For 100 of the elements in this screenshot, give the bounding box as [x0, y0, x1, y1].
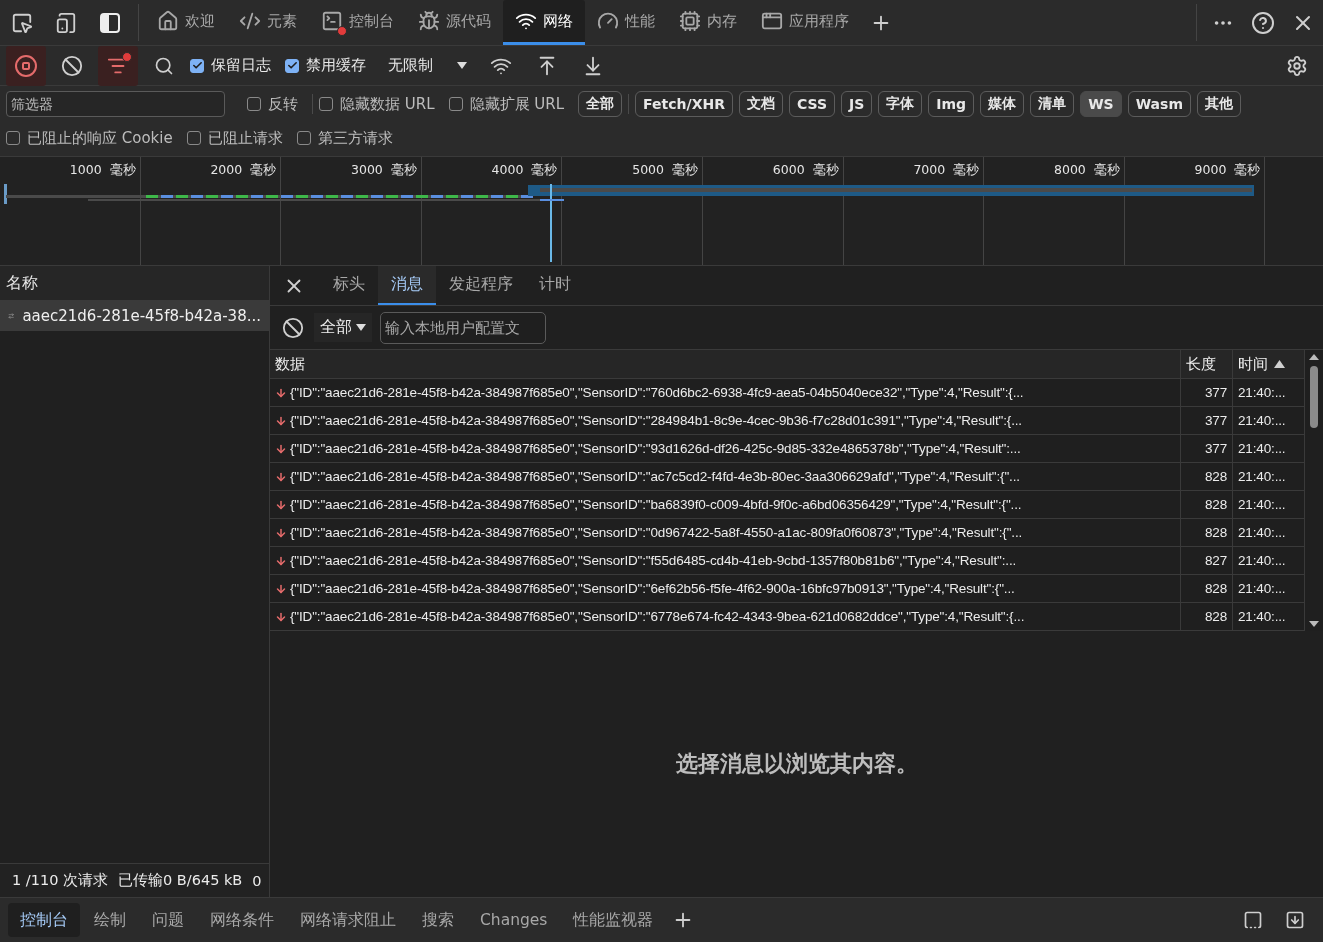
- table-cell: {"ID":"aaec21d6-281e-45f8-b42a-384987f685e0","SensorID":"f55d6485-cd4b-41eb-9cbd-1357f80b81b6","Type":4,"Result":...: [270, 547, 1181, 575]
- table-cell: {"ID":"aaec21d6-281e-45f8-b42a-384987f685e0","SensorID":"760d6bc2-6938-4fc9-aea5-04b5040ece32","Type":4,"Result":{...: [270, 379, 1181, 407]
- table-cell: 21:40:...: [1233, 547, 1305, 575]
- type-filter-button[interactable]: WS: [1080, 91, 1122, 117]
- table-cell: 828: [1181, 463, 1233, 491]
- checkbox[interactable]: 隐藏数据 URL: [319, 94, 435, 114]
- checkmark-icon: [286, 60, 298, 71]
- table-cell: 828: [1181, 575, 1233, 603]
- type-filter-button[interactable]: 其他: [1196, 91, 1241, 117]
- received-arrow-icon: [275, 470, 287, 483]
- timeline-tick: 8000 毫秒: [1054, 162, 1120, 179]
- panel-tab[interactable]: 源代码: [406, 0, 503, 45]
- drawer-tab[interactable]: 性能监视器: [561, 903, 666, 937]
- drawer-tab[interactable]: 搜索: [410, 903, 466, 937]
- type-filter-button[interactable]: Img: [928, 91, 975, 117]
- bug-icon: [418, 10, 440, 32]
- timeline-tick: 5000 毫秒: [632, 162, 698, 179]
- type-filter-button[interactable]: 媒体: [980, 91, 1025, 117]
- drawer-tab[interactable]: 问题: [140, 903, 196, 937]
- table-cell: 21:40:...: [1233, 519, 1305, 547]
- table-cell: 828: [1181, 603, 1233, 631]
- panel-tab[interactable]: 网络: [503, 0, 585, 45]
- received-arrow-icon: [275, 414, 287, 427]
- message-filter-field[interactable]: 输入本地用户配置文: [380, 311, 546, 344]
- detail-tab[interactable]: 计时: [526, 266, 584, 305]
- timeline-tick: 1000 毫秒: [69, 162, 136, 179]
- checkbox[interactable]: 保留日志: [190, 56, 271, 75]
- timeline-tick: 3000 毫秒: [351, 162, 417, 179]
- checkbox[interactable]: 禁用缓存: [285, 56, 366, 75]
- chip-icon: [679, 10, 701, 32]
- type-filter-button[interactable]: 全部: [578, 91, 623, 117]
- panel-tab[interactable]: 应用程序: [749, 0, 861, 45]
- table-cell: 21:40:...: [1233, 407, 1305, 435]
- stop-icon: [14, 53, 38, 78]
- table-cell: 377: [1181, 435, 1233, 463]
- status-text: 0: [252, 872, 262, 889]
- type-filter-button[interactable]: CSS: [788, 91, 835, 117]
- checkbox[interactable]: 第三方请求: [296, 128, 393, 148]
- checkbox[interactable]: 隐藏扩展 URL: [448, 94, 565, 114]
- checkbox[interactable]: 已阻止请求: [186, 128, 283, 148]
- panel-tab[interactable]: 控制台: [309, 0, 406, 45]
- scroll-down-icon[interactable]: [1309, 621, 1319, 627]
- table-cell: {"ID":"aaec21d6-281e-45f8-b42a-384987f685e0","SensorID":"93d1626d-df26-425c-9d85-332e4865378b","Type":4,"Result":...: [270, 435, 1181, 463]
- detail-tab[interactable]: 消息: [378, 266, 436, 305]
- request-item[interactable]: aaec21d6-281e-45f8-b42a-38...: [0, 301, 269, 331]
- type-filter-button[interactable]: 清单: [1030, 91, 1075, 117]
- drawer-tab[interactable]: 绘制: [82, 903, 138, 937]
- table-cell: 21:40:...: [1233, 463, 1305, 491]
- timeline-tick: 4000 毫秒: [491, 162, 558, 179]
- status-text: 1 /110 次请求: [12, 871, 108, 890]
- timeline-tick: 2000 毫秒: [210, 162, 277, 179]
- type-filter-button[interactable]: 字体: [878, 91, 923, 117]
- column-header[interactable]: 数据: [270, 350, 1181, 379]
- panel-tab[interactable]: 欢迎: [145, 0, 227, 45]
- received-arrow-icon: [275, 554, 287, 567]
- table-cell: 828: [1181, 491, 1233, 519]
- panel-tab[interactable]: 内存: [667, 0, 749, 45]
- empty-message: 选择消息以浏览其内容。: [675, 750, 918, 778]
- message-type-dropdown[interactable]: 全部: [314, 313, 372, 342]
- status-text: 已传输0 B/645 kB: [118, 871, 243, 890]
- type-filter-button[interactable]: JS: [841, 91, 873, 117]
- column-header: 名称: [0, 266, 269, 301]
- filter-field[interactable]: 筛选器: [6, 91, 225, 117]
- timeline-tick: 6000 毫秒: [772, 162, 839, 179]
- received-arrow-icon: [275, 386, 287, 399]
- table-cell: {"ID":"aaec21d6-281e-45f8-b42a-384987f685e0","SensorID":"6778e674-fc42-4343-9bea-621d0682ddce","Type":4,"Result":{...: [270, 603, 1181, 631]
- column-header[interactable]: 长度: [1181, 350, 1233, 379]
- type-filter-button[interactable]: Wasm: [1127, 91, 1191, 117]
- table-cell: {"ID":"aaec21d6-281e-45f8-b42a-384987f685e0","SensorID":"284984b1-8c9e-4cec-9b36-f7c28d01c391","Type":4,"Result":{...: [270, 407, 1181, 435]
- received-arrow-icon: [275, 582, 287, 595]
- scroll-up-icon[interactable]: [1309, 354, 1319, 360]
- received-arrow-icon: [275, 442, 287, 455]
- home-icon: [157, 10, 179, 32]
- received-arrow-icon: [275, 526, 287, 539]
- table-cell: {"ID":"aaec21d6-281e-45f8-b42a-384987f685e0","SensorID":"6ef62b56-f5fe-4f62-900a-16bfc97b0913","Type":4,"Result":{"...: [270, 575, 1181, 603]
- checkbox[interactable]: 反转: [247, 94, 298, 114]
- detail-tab[interactable]: 标头: [320, 266, 378, 305]
- checkmark-icon: [191, 60, 203, 71]
- type-filter-button[interactable]: 文档: [738, 91, 783, 117]
- table-cell: {"ID":"aaec21d6-281e-45f8-b42a-384987f685e0","SensorID":"ba6839f0-c009-4bfd-9f0c-a6bd06356429","Type":4,"Result":{"...: [270, 491, 1181, 519]
- drawer-tab[interactable]: 网络请求阻止: [288, 903, 408, 937]
- caret-icon: [356, 324, 366, 331]
- panel-tab[interactable]: 元素: [227, 0, 309, 45]
- table-cell: 21:40:...: [1233, 603, 1305, 631]
- column-header[interactable]: 时间: [1233, 350, 1305, 379]
- scrollbar-thumb[interactable]: [1310, 366, 1318, 428]
- drawer-tab[interactable]: 网络条件: [198, 903, 286, 937]
- code-icon: [239, 10, 261, 32]
- panel-tab[interactable]: 性能: [585, 0, 667, 45]
- timeline-tick: 7000 毫秒: [913, 162, 980, 179]
- table-cell: 828: [1181, 519, 1233, 547]
- record-button[interactable]: [6, 45, 46, 86]
- table-cell: {"ID":"aaec21d6-281e-45f8-b42a-384987f685e0","SensorID":"ac7c5cd2-f4fd-4e3b-80ec-3aa306629afd","Type":4,"Result":{"...: [270, 463, 1181, 491]
- detail-tab[interactable]: 发起程序: [436, 266, 526, 305]
- filter-icon[interactable]: [98, 45, 138, 86]
- timeline-tick: 9000 毫秒: [1194, 162, 1261, 179]
- checkbox[interactable]: 已阻止的响应 Cookie: [6, 128, 173, 148]
- type-filter-button[interactable]: Fetch/XHR: [635, 91, 733, 117]
- drawer-tab[interactable]: Changes: [468, 903, 560, 937]
- drawer-tab[interactable]: 控制台: [8, 903, 80, 937]
